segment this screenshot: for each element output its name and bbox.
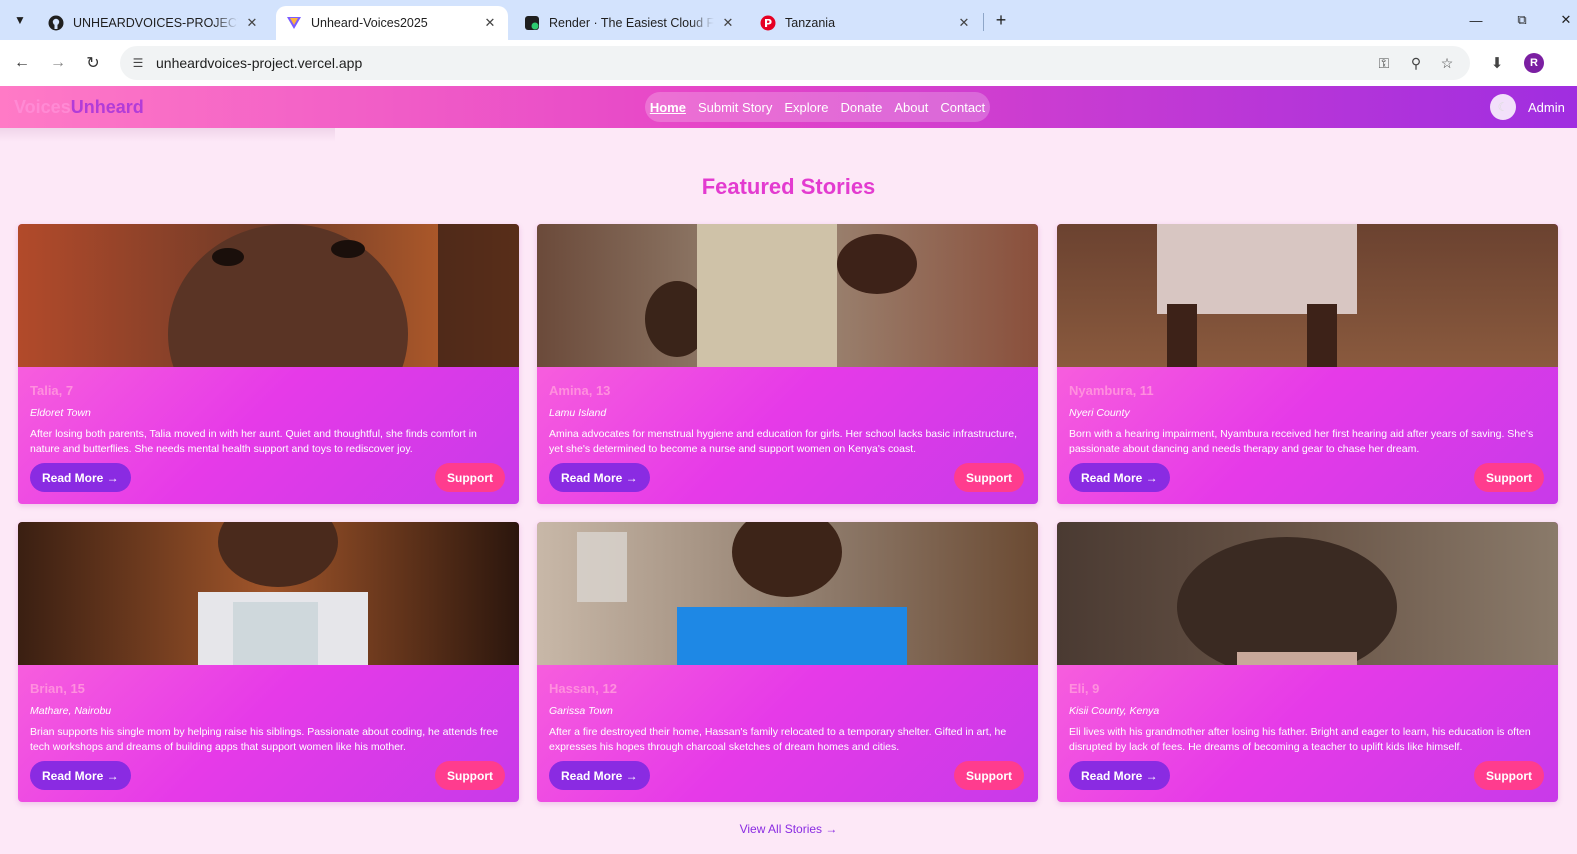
tab-unheard-voices[interactable]: Unheard-Voices2025 ✕ — [276, 6, 508, 40]
close-icon[interactable]: ✕ — [956, 15, 972, 31]
tab-github[interactable]: UNHEARDVOICES-PROJECT/ at ✕ — [38, 6, 270, 40]
render-icon — [524, 15, 540, 31]
support-button[interactable]: Support — [1474, 761, 1544, 790]
close-window-button[interactable]: ✕ — [1556, 10, 1576, 30]
download-icon[interactable]: ⬇ — [1486, 52, 1508, 74]
story-photo — [1057, 224, 1558, 367]
story-name: Amina, 13 — [549, 383, 611, 398]
nav-submit-story[interactable]: Submit Story — [698, 100, 772, 115]
minimize-button[interactable]: — — [1466, 10, 1486, 30]
browser-toolbar: ← → ↻ ☰ unheardvoices-project.vercel.app… — [0, 40, 1577, 86]
story-photo — [18, 522, 519, 665]
story-name: Eli, 9 — [1069, 681, 1100, 696]
story-card: Eli, 9 Kisii County, Kenya Eli lives wit… — [1057, 522, 1558, 802]
story-photo — [537, 522, 1038, 665]
story-name: Nyambura, 11 — [1069, 383, 1154, 398]
restore-button[interactable]: ⧉ — [1512, 10, 1532, 30]
url-text[interactable]: unheardvoices-project.vercel.app — [156, 55, 362, 71]
pinterest-icon: P — [760, 15, 776, 31]
support-button[interactable]: Support — [954, 463, 1024, 492]
read-more-button[interactable]: Read More → — [30, 761, 131, 790]
story-description: After a fire destroyed their home, Hassa… — [549, 726, 1007, 753]
support-button[interactable]: Support — [954, 761, 1024, 790]
story-description: After losing both parents, Talia moved i… — [30, 428, 477, 455]
featured-stories-title: Featured Stories — [701, 174, 876, 199]
zoom-icon[interactable]: ⚲ — [1406, 53, 1426, 73]
browser-tab-bar: ▼ UNHEARDVOICES-PROJECT/ at ✕ Unheard-Vo… — [0, 0, 1577, 40]
story-card: Nyambura, 11 Nyeri County Born with a he… — [1057, 224, 1558, 504]
nav-about[interactable]: About — [894, 100, 928, 115]
moon-icon[interactable]: ☾ — [1490, 94, 1516, 120]
svg-text:P: P — [764, 17, 772, 30]
story-card: Amina, 13 Lamu Island Amina advocates fo… — [537, 224, 1038, 504]
tab-render[interactable]: Render · The Easiest Cloud For A ✕ — [514, 6, 746, 40]
header-shadow — [0, 128, 335, 142]
read-more-button[interactable]: Read More → — [1069, 463, 1170, 492]
main-nav: Home Submit Story Explore Donate About C… — [645, 92, 990, 122]
tab-tanzania[interactable]: P Tanzania ✕ — [750, 6, 982, 40]
read-more-button[interactable]: Read More → — [549, 463, 650, 492]
story-card: Brian, 15 Mathare, Nairobu Brian support… — [18, 522, 519, 802]
support-button[interactable]: Support — [1474, 463, 1544, 492]
story-location: Kisii County, Kenya — [1069, 705, 1160, 717]
close-icon[interactable]: ✕ — [720, 15, 736, 31]
profile-avatar[interactable]: R — [1524, 53, 1544, 73]
story-name: Talia, 7 — [30, 383, 74, 398]
site-header: VoicesUnheard Home Submit Story Explore … — [0, 86, 1577, 128]
story-name: Hassan, 12 — [549, 681, 617, 696]
reload-icon[interactable]: ↻ — [81, 51, 105, 75]
story-photo — [1057, 522, 1558, 665]
read-more-button[interactable]: Read More → — [549, 761, 650, 790]
bookmark-star-icon[interactable]: ☆ — [1437, 53, 1457, 73]
story-card: Hassan, 12 Garissa Town After a fire des… — [537, 522, 1038, 802]
new-tab-button[interactable]: + — [990, 9, 1012, 31]
story-card: Talia, 7 Eldoret Town After losing both … — [18, 224, 519, 504]
nav-donate[interactable]: Donate — [840, 100, 882, 115]
story-location: Mathare, Nairobu — [30, 705, 112, 717]
support-button[interactable]: Support — [435, 463, 505, 492]
site-logo[interactable]: VoicesUnheard — [14, 97, 144, 118]
site-settings-icon[interactable]: ☰ — [128, 53, 148, 73]
close-icon[interactable]: ✕ — [482, 15, 498, 31]
story-location: Nyeri County — [1069, 407, 1130, 419]
forward-arrow-icon[interactable]: → — [46, 51, 70, 75]
password-key-icon[interactable]: ⚿ — [1374, 53, 1394, 73]
story-description: Born with a hearing impairment, Nyambura… — [1069, 428, 1534, 455]
github-icon — [48, 15, 64, 31]
vercel-icon — [286, 15, 302, 31]
tab-search-icon[interactable]: ▼ — [8, 8, 32, 32]
support-button[interactable]: Support — [435, 761, 505, 790]
story-description: Amina advocates for menstrual hygiene an… — [549, 428, 1018, 455]
back-arrow-icon[interactable]: ← — [10, 51, 34, 75]
story-name: Brian, 15 — [30, 681, 85, 696]
nav-home[interactable]: Home — [650, 100, 686, 115]
story-location: Garissa Town — [549, 705, 613, 717]
view-all-stories-link[interactable]: View All Stories → — [0, 822, 1577, 836]
close-icon[interactable]: ✕ — [244, 15, 260, 31]
read-more-button[interactable]: Read More → — [1069, 761, 1170, 790]
story-photo — [537, 224, 1038, 367]
story-description: Brian supports his single mom by helping… — [30, 726, 499, 753]
story-location: Lamu Island — [549, 407, 607, 419]
nav-contact[interactable]: Contact — [940, 100, 985, 115]
read-more-button[interactable]: Read More → — [30, 463, 131, 492]
story-location: Eldoret Town — [30, 407, 91, 419]
admin-link[interactable]: Admin — [1528, 100, 1565, 115]
address-bar[interactable]: ☰ unheardvoices-project.vercel.app ⚿ ⚲ ☆ — [120, 46, 1470, 80]
tab-divider — [983, 13, 984, 31]
nav-explore[interactable]: Explore — [784, 100, 828, 115]
story-description: Eli lives with his grandmother after los… — [1069, 726, 1531, 753]
story-photo — [18, 224, 519, 367]
